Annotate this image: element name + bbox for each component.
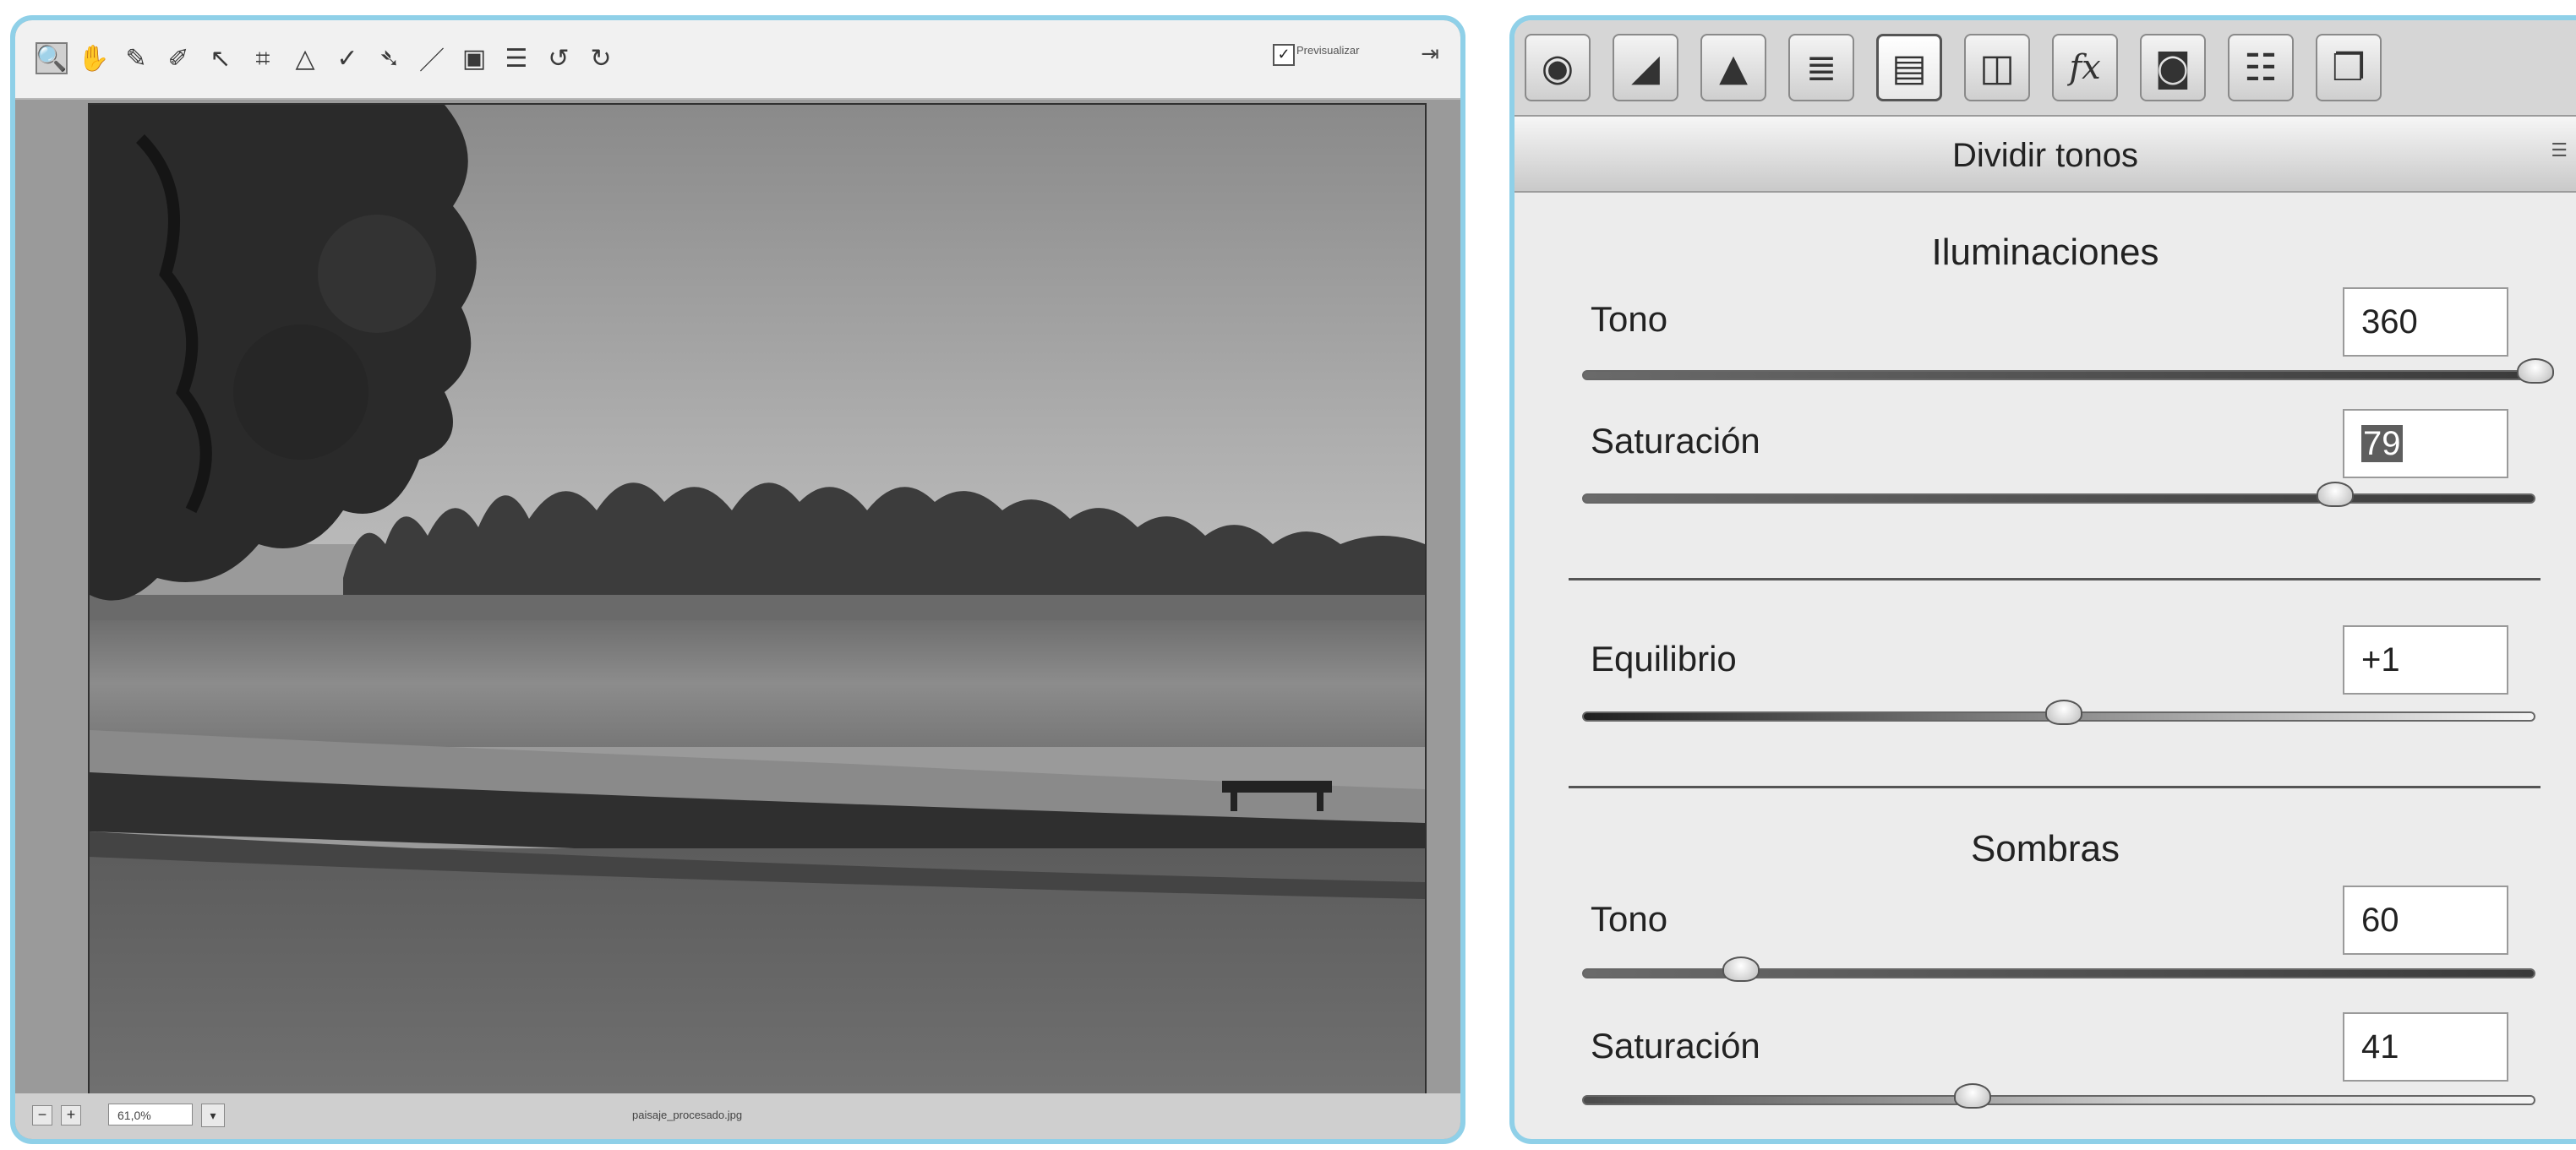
zoom-tool-icon[interactable]: 🔍 — [35, 42, 68, 74]
effects-icon: fx — [2069, 48, 2101, 87]
section-divider — [1569, 786, 2541, 788]
lens-corrections-icon: ◫ — [1979, 46, 2015, 90]
zoom-dropdown-icon[interactable]: ▾ — [201, 1104, 225, 1127]
highlights-section-title: Iluminaciones — [1931, 232, 2159, 273]
tab-tone-curve[interactable]: ◢ — [1613, 34, 1678, 101]
shadows-hue-input[interactable]: 60 — [2343, 886, 2508, 955]
tab-hsl[interactable]: ≣ — [1788, 34, 1854, 101]
basic-icon: ◉ — [1541, 46, 1575, 90]
highlights-saturation-label: Saturación — [1591, 421, 1760, 461]
preferences-icon[interactable]: ☰ — [500, 42, 532, 74]
rotate-left-icon[interactable]: ↺ — [543, 42, 575, 74]
panel-menu-icon[interactable]: ☰ — [2551, 140, 2568, 161]
color-sampler-tool-icon[interactable]: ✐ — [162, 42, 194, 74]
tab-presets[interactable]: ☷ — [2228, 34, 2294, 101]
status-bar: − + 61,0% ▾ paisaje_procesado.jpg — [15, 1093, 1460, 1139]
shadows-saturation-slider[interactable] — [1582, 1095, 2535, 1105]
zoom-out-button[interactable]: − — [32, 1105, 52, 1125]
split-toning-icon: ▤ — [1891, 46, 1927, 90]
zoom-level-field[interactable]: 61,0% — [108, 1104, 193, 1125]
preview-label: Previsualizar — [1296, 44, 1360, 57]
balance-label: Equilibrio — [1591, 639, 1737, 679]
highlights-hue-label: Tono — [1591, 299, 1668, 339]
fullscreen-icon[interactable]: ⇥ — [1416, 42, 1444, 66]
panel-header: Dividir tonos ☰ — [1514, 117, 2576, 193]
section-divider — [1569, 578, 2541, 580]
shadows-hue-label: Tono — [1591, 899, 1668, 939]
file-name: paisaje_procesado.jpg — [632, 1109, 743, 1121]
highlights-saturation-slider[interactable] — [1582, 493, 2535, 504]
hand-tool-icon[interactable]: ✋ — [78, 42, 110, 74]
landscape-photo — [90, 105, 1425, 1093]
tab-effects[interactable]: fx — [2052, 34, 2118, 101]
tab-basic[interactable]: ◉ — [1525, 34, 1591, 101]
snapshots-icon: ❐ — [2332, 46, 2366, 90]
graduated-filter-icon[interactable]: ▣ — [458, 42, 490, 74]
crop-tool-icon[interactable]: ⌗ — [247, 42, 279, 74]
presets-icon: ☷ — [2244, 46, 2278, 90]
rotate-right-icon[interactable]: ↻ — [585, 42, 617, 74]
white-balance-tool-icon[interactable]: ✎ — [120, 42, 152, 74]
tone-curve-icon: ◢ — [1631, 46, 1660, 90]
highlights-hue-slider[interactable] — [1582, 370, 2535, 380]
adjustment-brush-icon[interactable]: ／ — [416, 42, 448, 76]
highlights-saturation-value: 79 — [2361, 425, 2403, 462]
tab-camera-calibration[interactable]: ◙ — [2140, 34, 2206, 101]
tab-lens-corrections[interactable]: ◫ — [1964, 34, 2030, 101]
image-preview-window: ✓ Previsualizar ⇥ − + 61,0% ▾ paisaje_pr… — [10, 15, 1465, 1144]
red-eye-tool-icon[interactable]: ➴ — [374, 42, 406, 74]
tab-detail[interactable]: ▲ — [1700, 34, 1766, 101]
preview-checkbox[interactable]: ✓ — [1273, 44, 1295, 66]
shadows-saturation-input[interactable]: 41 — [2343, 1012, 2508, 1082]
highlights-hue-input[interactable]: 360 — [2343, 287, 2508, 357]
balance-input[interactable]: +1 — [2343, 625, 2508, 695]
camera-calibration-icon: ◙ — [2154, 46, 2191, 90]
adjustments-panel: Dividir tonos ☰ Iluminaciones Tono 360 S… — [1509, 15, 2576, 1144]
hsl-icon: ≣ — [1805, 46, 1837, 90]
tab-snapshots[interactable]: ❐ — [2316, 34, 2382, 101]
zoom-in-button[interactable]: + — [61, 1105, 81, 1125]
shadows-section-title: Sombras — [1970, 828, 2120, 869]
tab-split-toning[interactable]: ▤ — [1876, 34, 1942, 101]
straighten-tool-icon[interactable]: △ — [289, 42, 321, 74]
targeted-adjustment-tool-icon[interactable]: ↖ — [205, 42, 237, 74]
image-preview — [88, 103, 1427, 1095]
highlights-saturation-input[interactable]: 79 — [2343, 409, 2508, 478]
spot-removal-tool-icon[interactable]: ✓ — [331, 42, 363, 74]
shadows-saturation-label: Saturación — [1591, 1026, 1760, 1066]
panel-title: Dividir tonos — [1951, 137, 2139, 174]
detail-icon: ▲ — [1719, 46, 1748, 90]
